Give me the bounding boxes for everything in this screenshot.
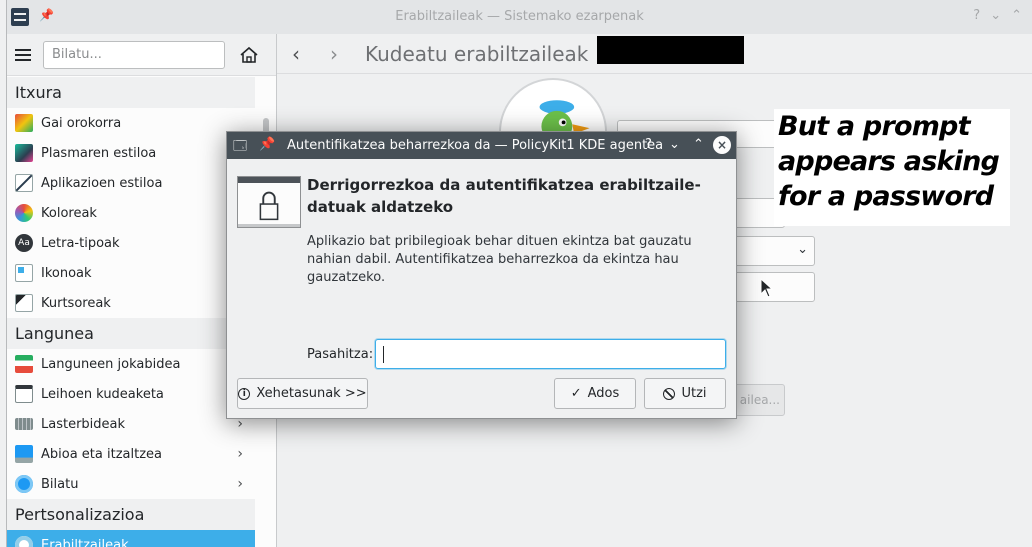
sidebar-item-cursors[interactable]: Kurtsoreak xyxy=(7,288,255,318)
sidebar-item-startup-shutdown[interactable]: Abioa eta itzaltzea › xyxy=(7,439,255,469)
global-theme-icon xyxy=(15,114,33,132)
cancel-icon xyxy=(663,387,676,400)
sidebar-item-shortcuts[interactable]: Lasterbideak › xyxy=(7,409,255,439)
sidebar-item-label: Bilatu xyxy=(41,476,79,492)
forward-button[interactable]: › xyxy=(315,42,353,66)
category-itxura: Itxura xyxy=(7,77,255,108)
auth-dialog: 🗔 📌 Autentifikatzea beharrezkoa da — Pol… xyxy=(226,131,737,419)
annotation-line: But a prompt xyxy=(778,111,970,142)
dialog-minimize-button[interactable]: ⌄ xyxy=(669,137,680,152)
sidebar-item-icons[interactable]: Ikonoak xyxy=(7,258,255,288)
sidebar-item-application-style[interactable]: Aplikazioen estiloa xyxy=(7,168,255,198)
sidebar-item-workspace-behavior[interactable]: Languneen jokabidea xyxy=(7,349,255,379)
dialog-app-icon[interactable]: 🗔 xyxy=(233,137,247,159)
plasma-style-icon xyxy=(15,144,33,162)
sidebar-item-label: Leihoen kudeaketa xyxy=(41,386,164,402)
sidebar-item-label: Ikonoak xyxy=(41,265,92,281)
sidebar-item-fonts[interactable]: Aa Letra-tipoak xyxy=(7,228,255,258)
hamburger-menu-icon[interactable] xyxy=(15,48,33,62)
sidebar-item-label: Plasmaren estiloa xyxy=(41,145,157,161)
sidebar-item-label: Letra-tipoak xyxy=(41,235,120,251)
dialog-titlebar[interactable]: 🗔 📌 Autentifikatzea beharrezkoa da — Pol… xyxy=(227,132,736,159)
dialog-heading: Derrigorrezkoa da autentifikatzea erabil… xyxy=(307,176,701,216)
sidebar-item-gai-orokorra[interactable]: Gai orokorra xyxy=(7,108,255,138)
minimize-button[interactable]: ⌄ xyxy=(990,8,1001,23)
dialog-help-button[interactable]: ? xyxy=(645,137,652,152)
application-style-icon xyxy=(15,174,33,192)
annotation-line: for a password xyxy=(778,181,994,212)
startup-shutdown-icon xyxy=(15,445,33,463)
cursors-icon xyxy=(15,294,33,312)
window-titlebar[interactable]: 📌 Erabiltzaileak — Sistemako ezarpenak ?… xyxy=(7,0,1032,34)
search-input[interactable] xyxy=(43,40,225,69)
pin-icon[interactable]: 📌 xyxy=(259,137,275,152)
category-pertsonalizazioa: Pertsonalizazioa xyxy=(7,499,255,530)
sidebar-item-label: Gai orokorra xyxy=(41,115,122,131)
sidebar-item-label: Lasterbideak xyxy=(41,416,126,432)
password-input[interactable] xyxy=(375,339,726,369)
page-title: Kudeatu erabiltzaileak xyxy=(365,41,589,66)
window-title: Erabiltzaileak — Sistemako ezarpenak xyxy=(395,9,644,24)
sidebar-item-search[interactable]: Bilatu › xyxy=(7,469,255,499)
fonts-icon: Aa xyxy=(15,234,33,252)
sidebar-item-colors[interactable]: Koloreak xyxy=(7,198,255,228)
category-langunea: Langunea xyxy=(7,318,255,349)
keyboard-icon xyxy=(15,418,33,430)
sidebar-item-label: Kurtsoreak xyxy=(41,295,111,311)
dialog-close-button[interactable]: × xyxy=(713,136,731,154)
sidebar-item-label: Erabiltzaileak xyxy=(41,537,129,547)
window-management-icon xyxy=(15,385,33,403)
redacted-block xyxy=(597,36,744,64)
maximize-button[interactable]: ⌃ xyxy=(1011,8,1022,23)
sidebar-item-plasma-style[interactable]: Plasmaren estiloa xyxy=(7,138,255,168)
sidebar-item-label: Languneen jokabidea xyxy=(41,356,181,372)
details-button[interactable]: i Xehetasunak >> xyxy=(237,378,368,409)
ok-button[interactable]: ✓ Ados xyxy=(554,378,636,409)
sidebar-item-users[interactable]: Erabiltzaileak xyxy=(7,530,255,547)
help-button[interactable]: ? xyxy=(973,8,980,23)
info-icon: i xyxy=(238,387,251,400)
check-icon: ✓ xyxy=(570,386,582,401)
back-button[interactable]: ‹ xyxy=(277,42,315,66)
dialog-title: Autentifikatzea beharrezkoa da — PolicyK… xyxy=(287,138,664,153)
cancel-button[interactable]: Utzi xyxy=(644,378,726,409)
cancel-button-label: Utzi xyxy=(681,386,707,401)
home-icon[interactable] xyxy=(239,45,259,65)
dialog-message: Aplikazio bat pribilegioak behar dituen … xyxy=(307,234,692,285)
chevron-right-icon: › xyxy=(237,446,243,462)
sidebar-item-window-management[interactable]: Leihoen kudeaketa xyxy=(7,379,255,409)
annotation-callout: But a prompt appears asking for a passwo… xyxy=(774,109,1010,226)
icons-icon xyxy=(15,264,33,282)
delete-user-button-partial: ailea... xyxy=(733,384,785,416)
colors-icon xyxy=(15,204,33,222)
ok-button-label: Ados xyxy=(587,386,620,401)
text-caret xyxy=(383,346,384,363)
details-button-label: Xehetasunak >> xyxy=(256,386,367,401)
sidebar-item-label: Koloreak xyxy=(41,205,97,221)
sidebar-item-label: Aplikazioen estiloa xyxy=(41,175,163,191)
workspace-behavior-icon xyxy=(15,355,33,373)
sidebar-item-label: Abioa eta itzaltzea xyxy=(41,446,162,462)
annotation-line: appears asking xyxy=(778,146,1000,177)
chevron-down-icon: ⌄ xyxy=(797,242,808,257)
search-icon xyxy=(15,475,33,493)
password-label: Pasahitza: xyxy=(307,347,374,362)
users-icon xyxy=(15,536,33,547)
dialog-maximize-button[interactable]: ⌃ xyxy=(693,137,704,152)
lock-icon xyxy=(237,176,301,228)
chevron-right-icon: › xyxy=(237,476,243,492)
mouse-cursor-icon xyxy=(760,278,774,298)
sidebar-list: Itxura Gai orokorra Plasmaren estiloa Ap… xyxy=(7,77,255,547)
